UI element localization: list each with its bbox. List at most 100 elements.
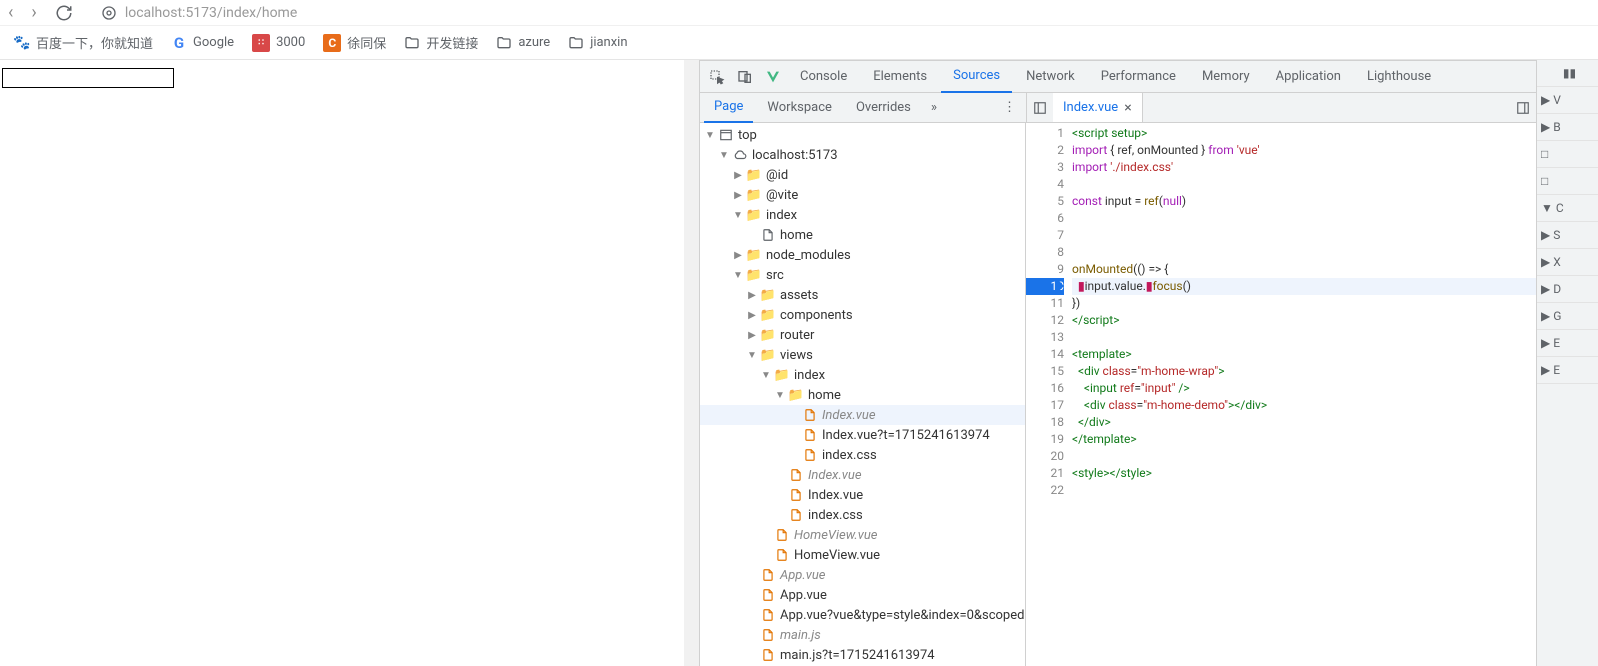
file-icon [802, 447, 818, 463]
tree-file[interactable]: main.js?t=1715241613974 [700, 645, 1025, 665]
tree-file[interactable]: App.vue?vue&type=style&index=0&scoped [700, 605, 1025, 625]
tab-application[interactable]: Application [1264, 61, 1353, 93]
tree-folder[interactable]: ▶📁node_modules [700, 245, 1025, 265]
tree-top[interactable]: ▼top [700, 125, 1025, 145]
bookmark-jianxin[interactable]: jianxin [568, 35, 627, 51]
sidebar-section[interactable]: ▶ G [1537, 303, 1598, 330]
reload-button[interactable] [55, 4, 73, 22]
inspect-element-icon[interactable] [704, 64, 730, 90]
toggle-debugger-icon[interactable] [1510, 101, 1536, 115]
toggle-navigator-icon[interactable] [1027, 101, 1053, 115]
sidebar-section[interactable]: ▶ B [1537, 114, 1598, 141]
sources-subtabs: Page Workspace Overrides » ⋮ Index.vue × [700, 93, 1536, 123]
tree-folder[interactable]: ▼📁views [700, 345, 1025, 365]
folder-icon: 📁 [760, 347, 776, 363]
subtab-page[interactable]: Page [704, 93, 753, 123]
bookmark-devlinks[interactable]: 开发链接 [404, 33, 478, 52]
tree-folder[interactable]: ▶📁router [700, 325, 1025, 345]
baidu-icon: 🐾 [14, 35, 30, 51]
tree-file-selected[interactable]: Index.vue [700, 405, 1025, 425]
debug-toolbar[interactable]: ▮▮ [1537, 60, 1598, 87]
bookmark-google[interactable]: GGoogle [171, 35, 234, 51]
sidebar-section[interactable]: ▶ V [1537, 87, 1598, 114]
tree-file[interactable]: main.js [700, 625, 1025, 645]
subtab-workspace[interactable]: Workspace [757, 93, 842, 123]
file-icon [760, 567, 776, 583]
subtab-menu-icon[interactable]: ⋮ [997, 100, 1022, 115]
device-toolbar-icon[interactable] [732, 64, 758, 90]
file-icon [760, 647, 776, 663]
browser-nav-bar: ‹ › localhost:5173/index/home [0, 0, 1598, 26]
line-gutter[interactable]: 12345678910111213141516171819202122 [1026, 123, 1072, 666]
url-bar[interactable]: localhost:5173/index/home [101, 5, 297, 21]
tab-memory[interactable]: Memory [1190, 61, 1262, 93]
forward-button[interactable]: › [31, 2, 36, 23]
sidebar-section[interactable]: □ [1537, 141, 1598, 168]
page-scrollbar[interactable] [684, 60, 699, 666]
tree-file[interactable]: Index.vue?t=1715241613974 [700, 425, 1025, 445]
folder-icon [404, 35, 420, 51]
tree-folder[interactable]: ▼📁index [700, 205, 1025, 225]
sidebar-section[interactable]: ▼ C [1537, 195, 1598, 222]
tree-folder[interactable]: ▼📁home [700, 385, 1025, 405]
tree-file[interactable]: Index.vue [700, 485, 1025, 505]
breakpoint-line: 10 [1026, 278, 1064, 295]
tree-folder[interactable]: ▼📁src [700, 265, 1025, 285]
tree-host[interactable]: ▼localhost:5173 [700, 145, 1025, 165]
tab-elements[interactable]: Elements [861, 61, 939, 93]
tree-file[interactable]: App.vue [700, 585, 1025, 605]
bookmark-baidu[interactable]: 🐾百度一下，你就知道 [14, 33, 153, 52]
tree-folder[interactable]: ▶📁components [700, 305, 1025, 325]
tree-file[interactable]: index.css [700, 445, 1025, 465]
folder-icon: 📁 [746, 247, 762, 263]
sidebar-section[interactable]: ▶ E [1537, 357, 1598, 384]
bookmarks-bar: 🐾百度一下，你就知道 GGoogle ∷3000 C徐同保 开发链接 azure… [0, 26, 1598, 60]
sidebar-section[interactable]: ▶ D [1537, 276, 1598, 303]
tab-console[interactable]: Console [788, 61, 859, 93]
tree-file[interactable]: Index.vue [700, 465, 1025, 485]
debugger-sidebar: ▮▮ ▶ V ▶ B □ □ ▼ C ▶ S ▶ X ▶ D ▶ G ▶ E ▶… [1536, 60, 1598, 666]
tree-folder[interactable]: ▶📁assets [700, 285, 1025, 305]
open-file-tab[interactable]: Index.vue × [1053, 93, 1143, 122]
tree-file[interactable]: index.css [700, 505, 1025, 525]
file-icon [760, 587, 776, 603]
file-icon [760, 227, 776, 243]
code-content[interactable]: <script setup> import { ref, onMounted }… [1072, 123, 1536, 666]
tab-sources[interactable]: Sources [941, 61, 1012, 93]
bookmark-3000[interactable]: ∷3000 [252, 34, 305, 52]
back-button[interactable]: ‹ [8, 2, 13, 23]
file-icon [760, 607, 776, 623]
file-icon [788, 507, 804, 523]
file-tree[interactable]: ▼top ▼localhost:5173 ▶📁@id ▶📁@vite ▼📁ind… [700, 123, 1026, 666]
tree-folder[interactable]: ▶📁@id [700, 165, 1025, 185]
tree-file[interactable]: HomeView.vue [700, 525, 1025, 545]
tree-file[interactable]: home [700, 225, 1025, 245]
file-icon [802, 427, 818, 443]
sidebar-section[interactable]: ▶ E [1537, 330, 1598, 357]
vue-devtools-icon[interactable] [760, 64, 786, 90]
tab-network[interactable]: Network [1014, 61, 1087, 93]
tab-performance[interactable]: Performance [1089, 61, 1188, 93]
page-text-input[interactable] [2, 68, 174, 88]
close-file-icon[interactable]: × [1124, 100, 1131, 116]
more-subtabs-icon[interactable]: » [925, 100, 943, 115]
tree-folder[interactable]: ▶📁@vite [700, 185, 1025, 205]
folder-icon: 📁 [760, 287, 776, 303]
sidebar-section[interactable]: ▶ S [1537, 222, 1598, 249]
file-icon [802, 407, 818, 423]
sidebar-section[interactable]: □ [1537, 168, 1598, 195]
subtab-overrides[interactable]: Overrides [846, 93, 921, 123]
folder-icon [568, 35, 584, 51]
tree-file[interactable]: App.vue [700, 565, 1025, 585]
bookmark-azure[interactable]: azure [496, 35, 550, 51]
tab-lighthouse[interactable]: Lighthouse [1355, 61, 1443, 93]
folder-icon: 📁 [774, 367, 790, 383]
c-icon: C [323, 34, 341, 52]
sidebar-section[interactable]: ▶ X [1537, 249, 1598, 276]
page-viewport [0, 60, 700, 666]
3000-icon: ∷ [252, 34, 270, 52]
tree-folder[interactable]: ▼📁index [700, 365, 1025, 385]
tree-file[interactable]: HomeView.vue [700, 545, 1025, 565]
code-editor[interactable]: 12345678910111213141516171819202122 <scr… [1026, 123, 1536, 666]
bookmark-xutongbao[interactable]: C徐同保 [323, 33, 386, 52]
